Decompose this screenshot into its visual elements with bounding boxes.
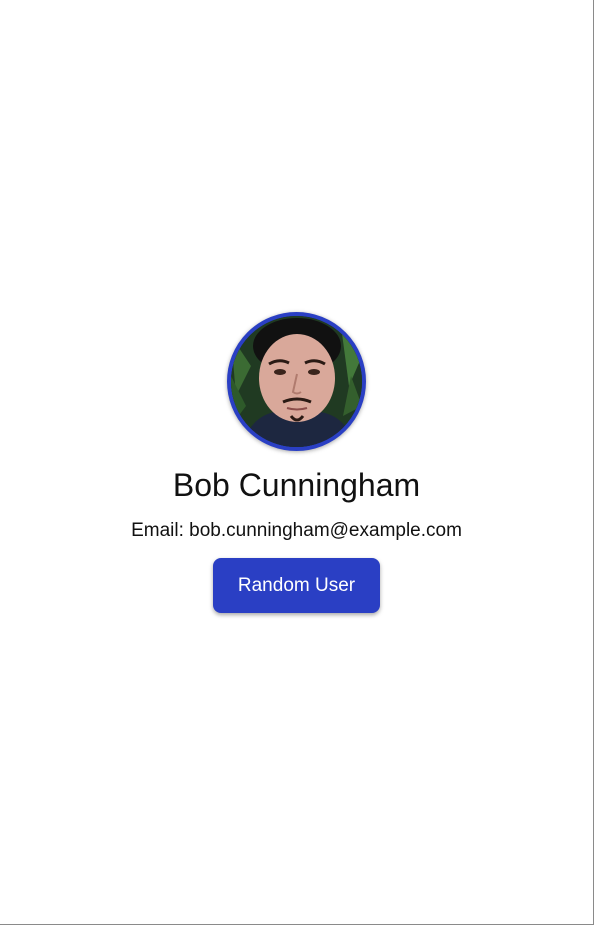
user-email: Email: bob.cunningham@example.com: [131, 520, 462, 541]
avatar-photo: [231, 316, 362, 447]
random-user-button[interactable]: Random User: [213, 558, 380, 613]
page: Bob Cunningham Email: bob.cunningham@exa…: [0, 0, 594, 925]
avatar: [227, 312, 366, 451]
user-card: Bob Cunningham Email: bob.cunningham@exa…: [0, 312, 593, 613]
user-name: Bob Cunningham: [172, 467, 421, 503]
